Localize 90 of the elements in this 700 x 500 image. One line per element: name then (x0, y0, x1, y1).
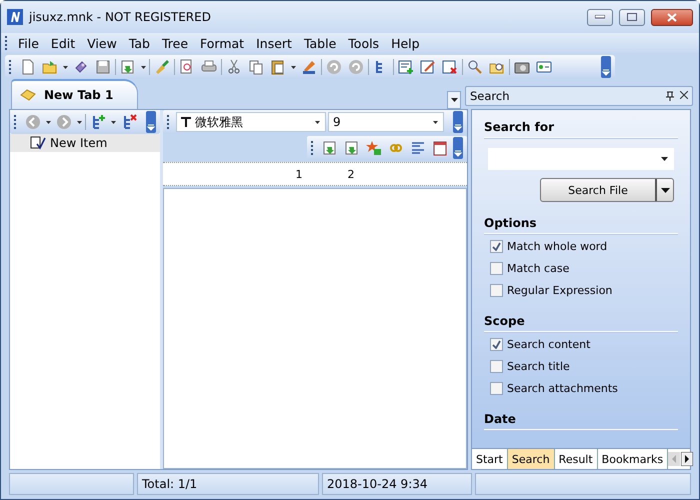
maximize-icon (627, 13, 637, 21)
checkbox[interactable] (490, 382, 503, 395)
insert-image-icon[interactable] (322, 140, 338, 156)
insert-file-icon[interactable] (344, 140, 360, 156)
panel-tab[interactable]: Search (508, 449, 555, 469)
caret-icon (661, 157, 668, 161)
status-text: Total: 1/1 (137, 473, 319, 495)
window-title: jisuxz.mnk - NOT REGISTERED (29, 10, 212, 24)
close-icon[interactable] (680, 91, 688, 99)
caret-icon[interactable] (63, 66, 68, 68)
section-heading: Scope (484, 308, 678, 332)
add-child-icon[interactable] (90, 114, 106, 130)
maximize-button[interactable] (619, 8, 645, 26)
note-icon (30, 136, 46, 150)
section-heading: Search for (484, 114, 678, 138)
caret-icon (450, 98, 458, 102)
dropdown-button[interactable] (447, 91, 461, 109)
checkbox-label: Match whole word (507, 240, 608, 253)
checkbox[interactable] (490, 360, 503, 373)
checkbox[interactable] (490, 284, 503, 297)
checkbox-label: Regular Expression (507, 284, 612, 297)
folder-icon (20, 89, 36, 101)
caret-icon[interactable] (77, 120, 82, 124)
brush-icon[interactable] (154, 59, 170, 75)
menu-item[interactable]: View (81, 34, 123, 52)
new-document-icon[interactable] (20, 59, 36, 75)
menu-item[interactable]: Tab (122, 34, 156, 52)
delete-note-icon[interactable] (442, 59, 458, 75)
checkbox[interactable] (490, 262, 503, 275)
insert-special-icon[interactable] (366, 140, 382, 156)
section-heading: Options (484, 210, 678, 234)
tab[interactable]: New Tab 1 (11, 79, 138, 109)
open-folder-icon[interactable] (42, 59, 58, 75)
caret-icon[interactable] (433, 120, 438, 124)
delete-child-icon[interactable] (121, 114, 137, 130)
caret-icon (660, 188, 670, 192)
menu-item[interactable]: Insert (250, 34, 298, 52)
list-icon[interactable] (410, 140, 426, 156)
section-heading: Date (484, 406, 678, 430)
font-field[interactable]: 微软雅黑 (176, 112, 326, 132)
save-icon[interactable] (95, 59, 111, 75)
note-item[interactable]: New Item (10, 134, 160, 152)
close-button[interactable] (651, 8, 693, 26)
menu-item[interactable]: Tree (156, 34, 194, 52)
copy-icon[interactable] (248, 59, 264, 75)
scroll-right-icon[interactable] (681, 452, 694, 466)
menu-item[interactable]: Format (194, 34, 250, 52)
menu-item[interactable]: Table (298, 34, 342, 52)
caret-icon[interactable] (141, 66, 146, 68)
menu-item[interactable]: Help (385, 34, 426, 52)
menu-item[interactable]: Edit (44, 34, 82, 52)
pin-icon[interactable] (666, 91, 674, 101)
overflow-icon[interactable] (453, 137, 463, 159)
minimize-button[interactable] (587, 8, 613, 26)
checkbox[interactable] (490, 240, 503, 253)
spell-check-icon[interactable] (301, 59, 317, 75)
search-file-button[interactable]: Search File (540, 178, 674, 202)
panel-title: Search (470, 89, 510, 103)
calendar-icon[interactable] (432, 140, 448, 156)
search-field[interactable] (488, 148, 674, 170)
overflow-icon[interactable] (146, 111, 156, 133)
ruler-label: 1 (296, 168, 302, 180)
size-field[interactable]: 9 (328, 112, 444, 132)
paste-icon[interactable] (270, 59, 286, 75)
font-icon (181, 117, 191, 127)
overflow-icon[interactable] (601, 56, 611, 78)
ruler-label: 2 (348, 168, 354, 180)
menu-item[interactable]: File (12, 34, 45, 52)
edit-note-icon[interactable] (420, 59, 436, 75)
caret-icon[interactable] (111, 120, 116, 124)
close-icon (667, 12, 677, 22)
plugin-icon[interactable] (73, 59, 89, 75)
checkbox-label: Search title (507, 360, 570, 373)
caret-icon[interactable] (315, 120, 320, 124)
caret-icon[interactable] (46, 120, 51, 124)
checkbox[interactable] (490, 338, 503, 351)
checkbox-label: Match case (507, 262, 570, 275)
card-icon[interactable] (536, 59, 552, 75)
caret-icon[interactable] (291, 66, 296, 68)
app-logo-icon (7, 9, 23, 25)
cut-icon[interactable] (226, 59, 242, 75)
overflow-icon[interactable] (453, 111, 463, 133)
menu-item[interactable]: Tools (342, 34, 386, 52)
import-icon[interactable] (120, 59, 136, 75)
checkbox-label: Search content (507, 338, 590, 351)
status-text: 2018-10-24 9:34 (322, 473, 472, 495)
search-icon[interactable] (467, 59, 483, 75)
checkbox-label: Search attachments (507, 382, 618, 395)
add-note-icon[interactable] (398, 59, 414, 75)
minimize-icon (595, 15, 605, 19)
